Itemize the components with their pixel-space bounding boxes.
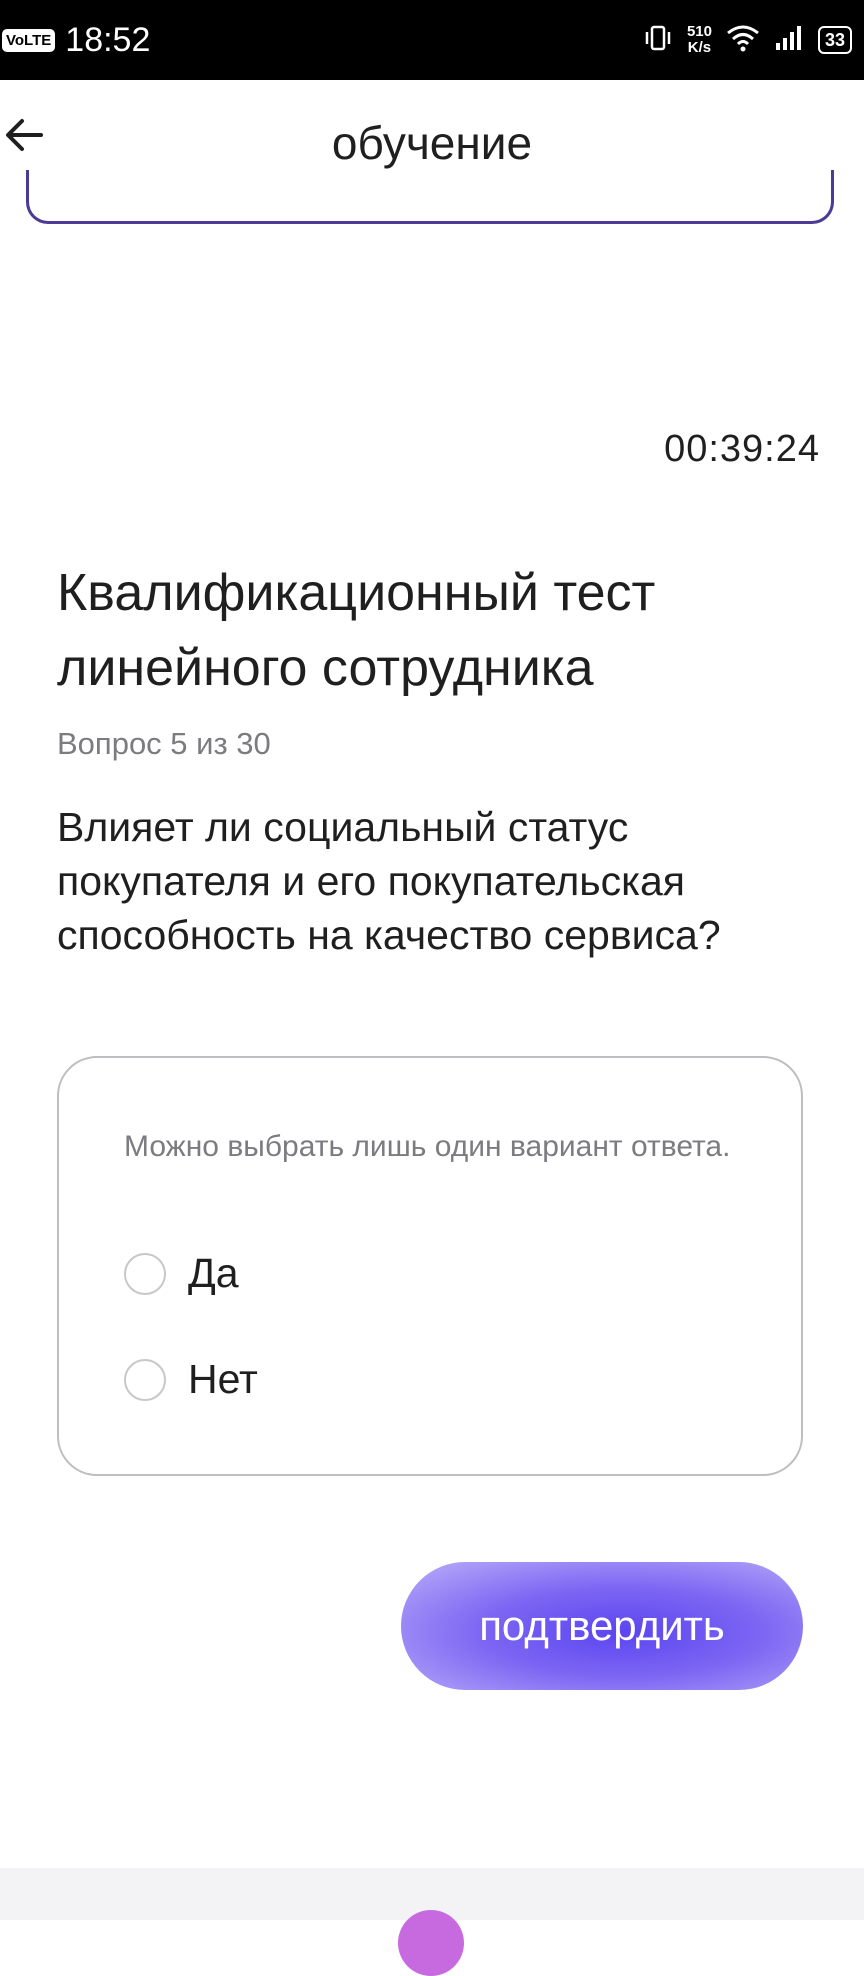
answer-option-label: Да bbox=[188, 1250, 239, 1296]
signal-icon bbox=[774, 25, 804, 56]
vibrate-icon bbox=[643, 23, 673, 58]
page-title: обучение bbox=[331, 117, 533, 169]
answer-option-yes[interactable]: Да bbox=[124, 1250, 239, 1297]
answer-option-label: Нет bbox=[188, 1356, 258, 1402]
status-right: 510 K/s 33 bbox=[643, 23, 852, 58]
answer-hint: Можно выбрать лишь один вариант ответа. bbox=[124, 1130, 731, 1163]
test-title: Квалификационный тест линейного сотрудни… bbox=[57, 564, 656, 697]
question-text: Влияет ли социальный статус покупателя и… bbox=[57, 804, 721, 958]
wifi-icon bbox=[726, 24, 760, 57]
status-clock: 18:52 bbox=[65, 20, 151, 59]
volte-badge: VoLTE bbox=[2, 28, 56, 52]
header-card-edge bbox=[26, 170, 834, 224]
confirm-button[interactable]: подтвердить bbox=[401, 1562, 803, 1690]
question-counter: Вопрос 5 из 30 bbox=[57, 726, 271, 761]
status-bar: VoLTE 18:52 510 K/s 33 bbox=[0, 0, 864, 80]
bottom-nav-bar bbox=[0, 1868, 864, 1976]
net-speed-value: 510 bbox=[686, 23, 712, 40]
test-timer: 00:39:24 bbox=[664, 428, 820, 470]
net-speed: 510 K/s bbox=[687, 24, 712, 56]
battery-icon: 33 bbox=[817, 26, 852, 54]
radio-button[interactable] bbox=[124, 1358, 166, 1401]
radio-button[interactable] bbox=[124, 1252, 166, 1295]
answers-card: Можно выбрать лишь один вариант ответа. … bbox=[57, 1056, 803, 1476]
net-speed-unit: K/s bbox=[687, 39, 712, 56]
answer-option-no[interactable]: Нет bbox=[124, 1356, 258, 1403]
status-left: VoLTE 18:52 bbox=[0, 0, 150, 80]
